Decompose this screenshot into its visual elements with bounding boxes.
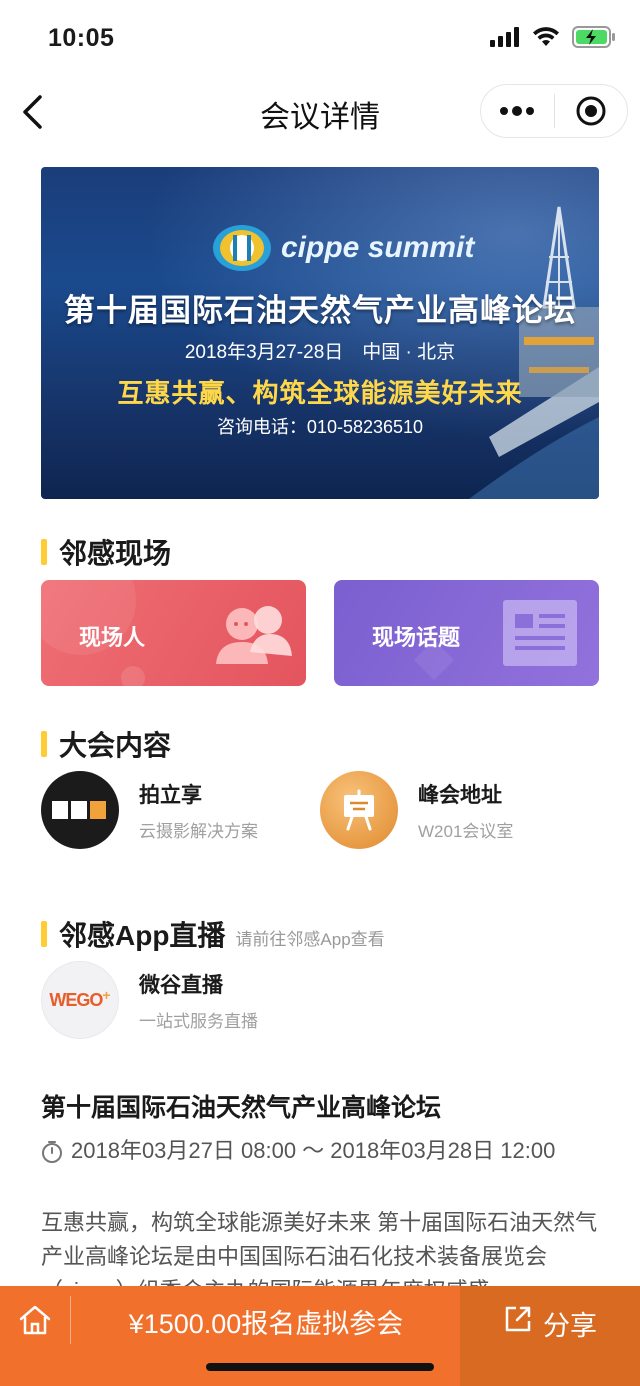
- service-desc: 一站式服务直播: [139, 1011, 258, 1031]
- mini-program-capsule: [480, 84, 628, 138]
- event-time: 2018年03月27日 08:00 ～ 2018年03月28日 12:00: [41, 1138, 581, 1164]
- wifi-icon: [533, 27, 559, 46]
- nav-bar: 会议详情: [0, 80, 640, 142]
- target-circle-icon: [576, 96, 606, 126]
- section-accent-bar: [41, 921, 47, 947]
- status-icons: [490, 26, 616, 48]
- close-mini-program-button[interactable]: [555, 85, 628, 137]
- banner-logo-text: cippe summit: [281, 231, 475, 264]
- topic-card-icon: [503, 600, 577, 666]
- service-item-venue-address[interactable]: 峰会地址 W201会议室: [320, 771, 513, 849]
- stopwatch-icon: [42, 1141, 62, 1163]
- banner-date-location: 2018年3月27-28日 中国 · 北京: [184, 342, 456, 363]
- wego-logo: WEGO +: [41, 961, 119, 1039]
- status-bar: 10:05: [0, 0, 640, 80]
- section-conference-content: 大会内容: [41, 724, 171, 764]
- share-icon: [505, 1306, 531, 1332]
- register-button[interactable]: ¥1500.00报名虚拟参会: [72, 1302, 460, 1341]
- people-icon: [216, 606, 292, 664]
- bottom-action-bar: ¥1500.00报名虚拟参会 分享: [0, 1286, 640, 1386]
- service-desc: W201会议室: [418, 821, 514, 841]
- plus-icon: +: [102, 987, 111, 1003]
- service-name: 微谷直播: [139, 973, 223, 997]
- service-name: 拍立享: [139, 783, 202, 807]
- pailixiang-logo: [41, 771, 119, 849]
- banner-phone: 咨询电话：010-58236510: [216, 417, 424, 437]
- scene-card-label: 现场话题: [372, 625, 461, 650]
- cippe-logo-icon: [213, 225, 271, 271]
- easel-icon: [320, 771, 398, 849]
- wego-logo-text: WEGO: [49, 989, 103, 1010]
- scene-card-topic[interactable]: 现场话题: [334, 580, 599, 686]
- section-live-scene: 邻感现场: [41, 532, 171, 572]
- easel-icon-mark: [344, 789, 374, 831]
- event-description: 互惠共赢，构筑全球能源美好未来 第十届国际石油天然气产业高峰论坛是由中国国际石油…: [41, 1210, 598, 1290]
- section-accent-bar: [41, 731, 47, 757]
- scene-card-label: 现场人: [79, 625, 146, 650]
- scene-card-people[interactable]: 现场人: [41, 580, 306, 686]
- section-accent-bar: [41, 539, 47, 565]
- share-button[interactable]: 分享: [460, 1286, 640, 1386]
- cellular-signal-icon: [490, 27, 519, 47]
- battery-charging-icon: [572, 26, 615, 48]
- home-button[interactable]: [0, 1286, 70, 1354]
- status-time: 10:05: [48, 24, 115, 52]
- service-item-pailixiang[interactable]: 拍立享 云摄影解决方案: [41, 771, 258, 849]
- more-dots-icon: [500, 106, 535, 116]
- pailixiang-logo-mark: [52, 801, 106, 819]
- home-indicator: [206, 1363, 434, 1371]
- banner-title: 第十届国际石油天然气产业高峰论坛: [64, 293, 576, 328]
- more-button[interactable]: [481, 85, 554, 137]
- bottom-separator: [70, 1296, 71, 1344]
- service-item-wego-live[interactable]: WEGO + 微谷直播 一站式服务直播: [41, 961, 258, 1039]
- event-title: 第十届国际石油天然气产业高峰论坛: [41, 1094, 442, 1122]
- event-time-text: 2018年03月27日 08:00 ～ 2018年03月28日 12:00: [71, 1138, 556, 1163]
- share-label: 分享: [543, 1311, 597, 1341]
- section-subtitle: 请前往邻感App查看: [235, 930, 385, 949]
- section-title: 邻感现场: [59, 538, 172, 569]
- section-title: 邻感App直播: [59, 920, 226, 951]
- service-name: 峰会地址: [418, 783, 502, 807]
- event-banner[interactable]: cippe summit 第十届国际石油天然气产业高峰论坛 2018年3月27-…: [41, 167, 599, 499]
- banner-slogan: 互惠共赢、构筑全球能源美好未来: [117, 378, 523, 408]
- banner-logo: cippe summit: [211, 223, 474, 273]
- section-title: 大会内容: [59, 730, 172, 761]
- bottom-main-section: ¥1500.00报名虚拟参会: [0, 1286, 460, 1386]
- section-app-live: 邻感App直播 请前往邻感App查看: [41, 914, 385, 954]
- service-desc: 云摄影解决方案: [139, 821, 258, 841]
- home-icon: [19, 1305, 51, 1335]
